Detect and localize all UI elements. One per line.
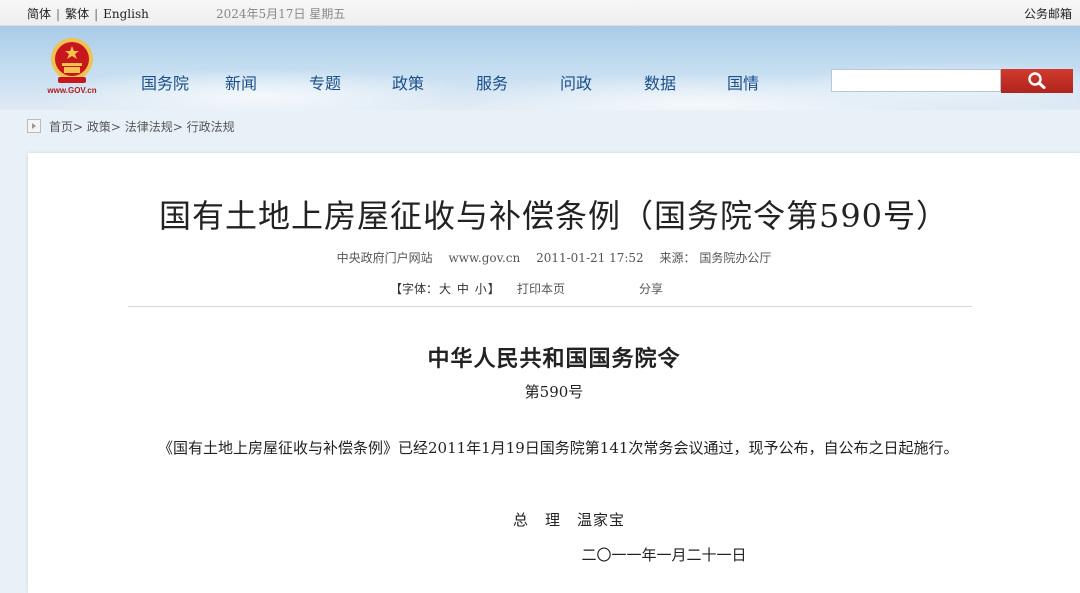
lang-separator: | xyxy=(94,7,99,21)
article-meta: 中央政府门户网站 www.gov.cn 2011-01-21 17:52 来源：… xyxy=(28,249,1080,266)
breadcrumb-arrow-icon xyxy=(27,119,41,133)
site-header: www.GOV.cn 国务院 新闻 专题 政策 服务 问政 数据 国情 xyxy=(0,26,1080,110)
search-button[interactable] xyxy=(1001,69,1073,93)
meta-site: www.gov.cn xyxy=(448,251,521,265)
breadcrumb: 首页> 政策> 法律法规> 行政法规 xyxy=(27,118,235,135)
share-link[interactable]: 分享 xyxy=(639,280,663,297)
divider xyxy=(128,306,972,307)
meta-origin: 来源： 国务院办公厅 xyxy=(659,251,772,265)
lang-simplified-link[interactable]: 简体 xyxy=(27,7,51,21)
breadcrumb-admin-regulations[interactable]: 行政法规 xyxy=(187,120,235,134)
search-icon xyxy=(1028,71,1046,89)
logo-text: www.GOV.cn xyxy=(47,86,97,95)
lang-traditional-link[interactable]: 繁体 xyxy=(65,7,89,21)
breadcrumb-separator: > xyxy=(73,120,87,134)
article-title: 国有土地上房屋征收与补偿条例（国务院令第590号） xyxy=(158,197,950,235)
premier-signature: 总 理 温家宝 xyxy=(512,511,625,529)
nav-item-services[interactable]: 服务 xyxy=(476,70,508,94)
current-date: 2024年5月17日 星期五 xyxy=(216,7,346,21)
font-large-button[interactable]: 大 xyxy=(439,282,451,296)
language-switcher: 简体 | 繁体 | English xyxy=(27,5,149,22)
breadcrumb-separator: > xyxy=(110,120,125,134)
top-utility-bar: 简体 | 繁体 | English 2024年5月17日 星期五 公务邮箱 xyxy=(0,0,1080,26)
official-mail-link[interactable]: 公务邮箱 xyxy=(1024,5,1072,22)
breadcrumb-policy[interactable]: 政策 xyxy=(87,120,111,134)
font-medium-button[interactable]: 中 xyxy=(457,282,469,296)
article-panel: 国有土地上房屋征收与补偿条例（国务院令第590号） 中央政府门户网站 www.g… xyxy=(28,153,1080,593)
breadcrumb-home[interactable]: 首页 xyxy=(49,120,73,134)
breadcrumb-laws[interactable]: 法律法规 xyxy=(125,120,173,134)
print-page-link[interactable]: 打印本页 xyxy=(517,280,565,297)
order-number: 第590号 xyxy=(524,383,584,401)
nav-item-national-info[interactable]: 国情 xyxy=(727,70,759,94)
breadcrumb-separator: > xyxy=(172,120,187,134)
order-heading: 中华人民共和国国务院令 xyxy=(427,346,681,372)
nav-item-topics[interactable]: 专题 xyxy=(309,70,341,94)
font-size-switcher: 【字体：大 中 小】 xyxy=(390,282,500,296)
search-input[interactable] xyxy=(831,69,1001,92)
lang-separator: | xyxy=(56,7,61,21)
font-size-label: 【字体： xyxy=(390,282,439,296)
nav-item-data[interactable]: 数据 xyxy=(644,70,676,94)
nav-item-inquiry[interactable]: 问政 xyxy=(560,70,592,94)
nav-item-policy[interactable]: 政策 xyxy=(392,70,424,94)
nav-item-news[interactable]: 新闻 xyxy=(225,70,257,94)
font-size-close: 】 xyxy=(487,282,500,296)
national-emblem-logo[interactable]: www.GOV.cn xyxy=(44,36,100,98)
sign-date: 二〇一一年一月二十一日 xyxy=(581,546,747,564)
lang-english-link[interactable]: English xyxy=(103,7,149,21)
meta-source: 中央政府门户网站 xyxy=(336,251,433,265)
font-small-button[interactable]: 小 xyxy=(475,282,487,296)
nav-item-state-council[interactable]: 国务院 xyxy=(141,70,189,94)
national-emblem-icon xyxy=(51,38,93,83)
meta-time: 2011-01-21 17:52 xyxy=(536,251,644,265)
article-tools: 【字体：大 中 小】 打印本页 分享 xyxy=(390,280,663,297)
article-body: 《国有土地上房屋征收与补偿条例》已经2011年1月19日国务院第141次常务会议… xyxy=(158,439,959,457)
